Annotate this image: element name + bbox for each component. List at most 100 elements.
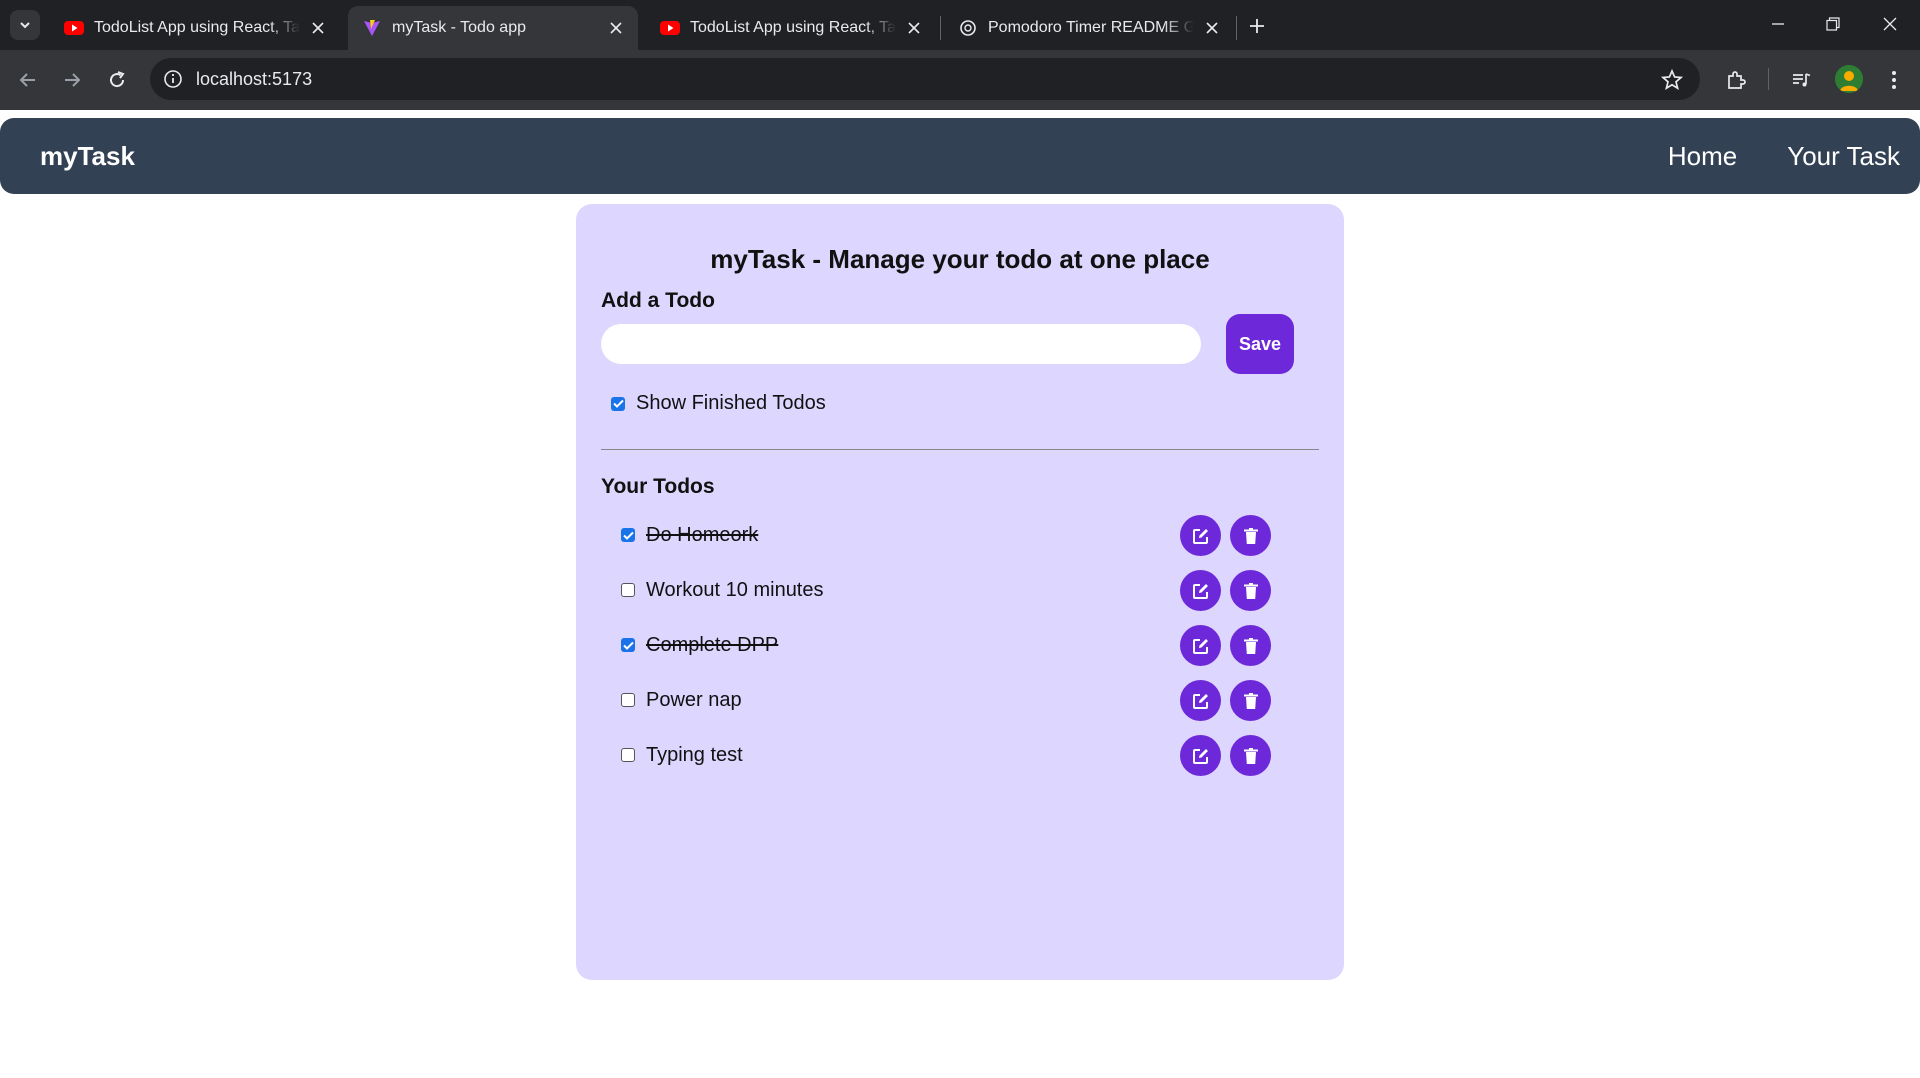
edit-icon (1191, 526, 1211, 546)
chatgpt-icon (958, 18, 978, 38)
delete-button[interactable] (1230, 625, 1271, 666)
todo-actions (1180, 515, 1271, 556)
todo-item: Power nap (621, 680, 1301, 721)
site-navbar: myTask Home Your Task (0, 118, 1920, 194)
menu-icon[interactable] (1878, 64, 1910, 96)
todo-text: Typing test (646, 743, 743, 766)
edit-icon (1191, 636, 1211, 656)
edit-icon (1191, 581, 1211, 601)
forward-button[interactable] (54, 62, 90, 98)
todo-text: Do Homeork (646, 523, 759, 546)
todo-item: Workout 10 minutes (621, 570, 1301, 611)
close-icon[interactable] (308, 18, 328, 38)
edit-button[interactable] (1180, 680, 1221, 721)
nav-links: Home Your Task (1668, 141, 1900, 172)
tab-2[interactable]: TodoList App using React, Tailwind (646, 6, 936, 50)
close-icon[interactable] (1202, 18, 1222, 38)
tab-title: myTask - Todo app (392, 19, 526, 36)
todo-text: Power nap (646, 688, 742, 711)
todo-card: myTask - Manage your todo at one place A… (576, 204, 1344, 980)
delete-button[interactable] (1230, 570, 1271, 611)
restore-icon (1826, 17, 1840, 31)
edit-button[interactable] (1180, 625, 1221, 666)
add-todo-label: Add a Todo (601, 289, 715, 312)
todo-checkbox[interactable] (621, 693, 635, 707)
tab-strip: TodoList App using React, Tailwind myTas… (0, 0, 1920, 50)
todo-text: Workout 10 minutes (646, 578, 824, 601)
todo-actions (1180, 680, 1271, 721)
new-tab-button[interactable] (1243, 12, 1271, 40)
close-icon (1883, 17, 1897, 31)
toolbar-divider (1768, 68, 1769, 90)
back-button[interactable] (10, 62, 46, 98)
checkmark-icon (622, 531, 634, 540)
address-bar[interactable] (150, 58, 1700, 100)
arrow-left-icon (19, 73, 35, 87)
todo-item: Typing test (621, 735, 1301, 776)
todo-item: Complete DPP (621, 625, 1301, 666)
edit-icon (1191, 746, 1211, 766)
minimize-button[interactable] (1756, 8, 1800, 40)
tab-title: TodoList App using React, Tailwind (94, 19, 300, 36)
tab-separator (940, 16, 941, 40)
divider (601, 449, 1319, 450)
media-control-icon[interactable] (1785, 64, 1817, 96)
todo-checkbox[interactable] (621, 748, 635, 762)
minimize-icon (1772, 23, 1784, 25)
delete-button[interactable] (1230, 515, 1271, 556)
page-title: myTask - Manage your todo at one place (710, 244, 1210, 274)
trash-icon (1243, 747, 1259, 765)
youtube-icon (660, 18, 680, 38)
close-icon[interactable] (606, 18, 626, 38)
todo-text: Complete DPP (646, 633, 779, 656)
trash-icon (1243, 637, 1259, 655)
trash-icon (1243, 692, 1259, 710)
checkmark-icon (622, 641, 634, 650)
youtube-icon (64, 18, 84, 38)
nav-link-home[interactable]: Home (1668, 141, 1737, 172)
tab-separator (1236, 16, 1237, 40)
edit-button[interactable] (1180, 515, 1221, 556)
tab-3[interactable]: Pomodoro Timer README Guide (944, 6, 1234, 50)
browser-chrome: TodoList App using React, Tailwind myTas… (0, 0, 1920, 110)
delete-button[interactable] (1230, 735, 1271, 776)
show-finished-checkbox[interactable] (611, 396, 625, 411)
show-finished-toggle[interactable]: Show Finished Todos (611, 392, 826, 415)
extensions-icon[interactable] (1720, 64, 1752, 96)
nav-link-your-task[interactable]: Your Task (1787, 141, 1900, 172)
tab-0[interactable]: TodoList App using React, Tailwind (50, 6, 340, 50)
close-icon[interactable] (904, 18, 924, 38)
trash-icon (1243, 582, 1259, 600)
edit-button[interactable] (1180, 570, 1221, 611)
delete-button[interactable] (1230, 680, 1271, 721)
todo-input[interactable] (601, 324, 1201, 364)
tab-1[interactable]: myTask - Todo app (348, 6, 638, 50)
site-info-icon[interactable] (160, 66, 186, 92)
star-icon[interactable] (1658, 66, 1686, 94)
vite-icon (362, 18, 382, 38)
tab-title: Pomodoro Timer README Guide (988, 19, 1194, 36)
todo-checkbox[interactable] (621, 583, 635, 597)
tab-title: TodoList App using React, Tailwind (690, 19, 896, 36)
tab-search-button[interactable] (10, 10, 40, 40)
todos-heading: Your Todos (601, 475, 715, 498)
restore-button[interactable] (1811, 8, 1855, 40)
save-button[interactable]: Save (1226, 314, 1294, 374)
edit-icon (1191, 691, 1211, 711)
avatar[interactable] (1835, 65, 1863, 93)
brand-logo[interactable]: myTask (40, 141, 135, 172)
show-finished-label: Show Finished Todos (636, 392, 826, 414)
url-text[interactable]: localhost:5173 (196, 66, 312, 92)
edit-button[interactable] (1180, 735, 1221, 776)
todo-actions (1180, 735, 1271, 776)
close-window-button[interactable] (1868, 8, 1912, 40)
trash-icon (1243, 527, 1259, 545)
chevron-down-icon (20, 22, 30, 29)
todo-checkbox[interactable] (621, 528, 635, 542)
todo-actions (1180, 625, 1271, 666)
plus-icon (1250, 19, 1264, 33)
reload-icon (110, 71, 125, 88)
reload-button[interactable] (99, 62, 135, 98)
todo-item: Do Homeork (621, 515, 1301, 556)
todo-checkbox[interactable] (621, 638, 635, 652)
